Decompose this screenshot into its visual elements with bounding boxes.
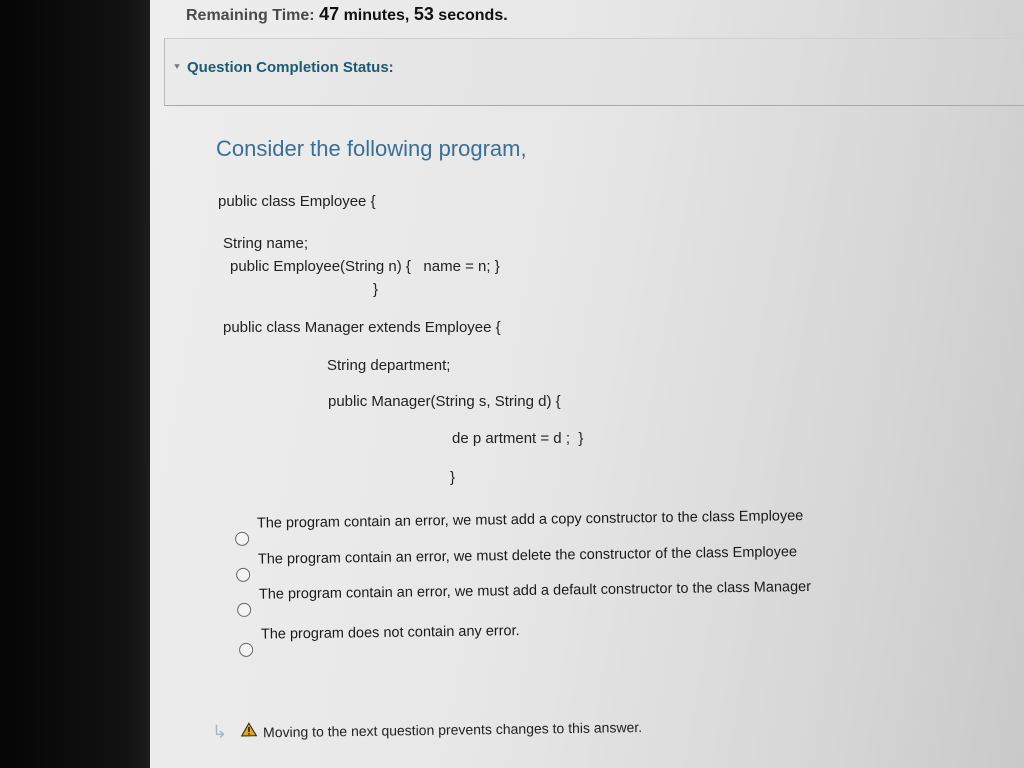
arrow-return-icon: ↳ <box>211 721 228 742</box>
answer-option-1[interactable]: The program contain an error, we must ad… <box>235 508 804 546</box>
code-line-4: } <box>373 281 379 298</box>
question-title: Consider the following program, <box>216 136 527 161</box>
answer-option-4[interactable]: The program does not contain any error. <box>239 623 520 657</box>
question-completion-panel: ⯆ Question Completion Status: <box>164 38 1024 106</box>
code-line-6: String department; <box>327 357 451 374</box>
question-completion-label: Question Completion Status: <box>187 59 394 76</box>
monitor-bezel <box>0 0 150 768</box>
code-line-9: } <box>450 469 456 486</box>
code-line-1: public class Employee { <box>218 193 376 210</box>
code-line-7: public Manager(String s, String d) { <box>328 393 561 410</box>
answer-option-3[interactable]: The program contain an error, we must ad… <box>237 578 812 618</box>
answer-option-text: The program contain an error, we must ad… <box>256 508 804 532</box>
answer-option-2[interactable]: The program contain an error, we must de… <box>236 544 798 582</box>
answer-option-text: The program does not contain any error. <box>260 623 520 643</box>
minutes-label: minutes, <box>343 7 410 24</box>
minutes-value: 47 <box>319 4 340 24</box>
code-line-2: String name; <box>223 235 309 252</box>
radio-button[interactable] <box>236 567 251 582</box>
warning-text: Moving to the next question prevents cha… <box>262 718 643 740</box>
answer-option-text: The program contain an error, we must ad… <box>258 578 812 603</box>
radio-button[interactable] <box>235 531 250 546</box>
warning-icon <box>240 722 258 741</box>
seconds-value: 53 <box>413 4 434 24</box>
radio-button[interactable] <box>239 642 254 657</box>
answer-option-text: The program contain an error, we must de… <box>257 544 798 568</box>
code-line-5: public class Manager extends Employee { <box>223 319 501 336</box>
exam-screen: Remaining Time: 47 minutes, 53 seconds. … <box>150 0 1024 768</box>
question-completion-toggle[interactable]: ⯆ Question Completion Status: <box>173 59 394 76</box>
chevron-down-icon[interactable]: ⯆ <box>173 62 181 73</box>
code-line-8: de p artment = d ; } <box>452 430 584 447</box>
radio-button[interactable] <box>237 602 252 618</box>
remaining-time-label: Remaining Time: <box>186 7 315 24</box>
seconds-label: seconds. <box>438 7 508 24</box>
code-line-3: public Employee(String n) { name = n; } <box>230 258 500 275</box>
remaining-time: Remaining Time: 47 minutes, 53 seconds. <box>186 4 508 25</box>
navigation-warning: ↳ Moving to the next question prevents c… <box>212 716 642 743</box>
